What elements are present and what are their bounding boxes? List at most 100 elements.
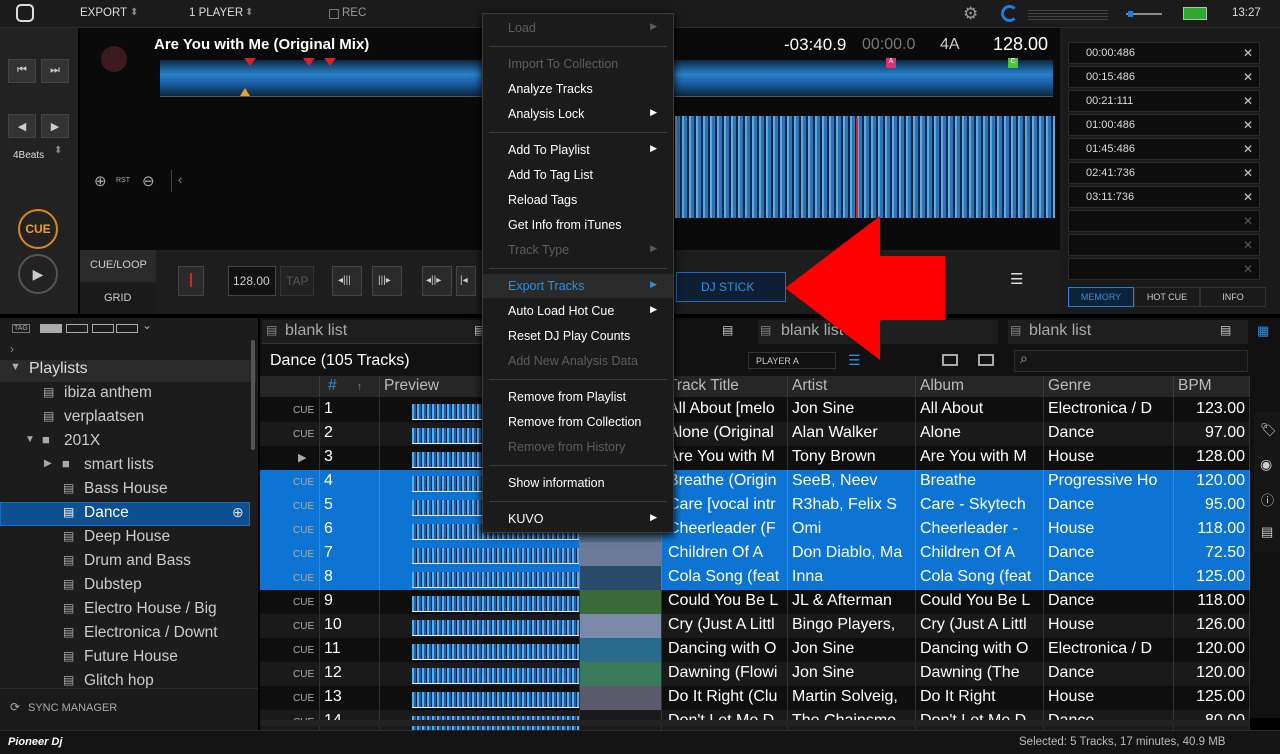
zoom-waveform[interactable] xyxy=(675,116,1055,218)
grid-bpm-field[interactable]: 128.00 xyxy=(228,266,276,296)
app-logo-icon[interactable] xyxy=(16,4,34,22)
sidebar-item-bass-house[interactable]: Bass House xyxy=(84,480,168,498)
sidebar-item-deep-house[interactable]: Deep House xyxy=(84,528,170,546)
memory-cue-row[interactable]: 01:45:486 ✕ xyxy=(1068,138,1260,160)
sync-icon[interactable] xyxy=(1001,5,1018,22)
preview-waveform[interactable] xyxy=(380,566,580,590)
col-album-header[interactable]: Album xyxy=(916,376,1044,397)
palette-icon[interactable]: ◉ xyxy=(1260,456,1272,473)
view-list-icon[interactable] xyxy=(116,324,138,333)
tab-memory[interactable]: MEMORY xyxy=(1068,287,1134,307)
sync-manager-label[interactable]: SYNC MANAGER xyxy=(28,702,117,714)
col-genre-header[interactable]: Genre xyxy=(1044,376,1174,397)
table-row[interactable]: CUE 6 Cheerleader (F Omi Cheerleader - House 1… xyxy=(260,518,1250,542)
tab-menu-icon[interactable]: ▤ xyxy=(722,323,733,337)
memory-cue-row[interactable]: 00:00:486 ✕ xyxy=(1068,42,1260,64)
menu-item-analysis-lock[interactable]: Analysis Lock ▶ xyxy=(483,102,673,126)
cell-cue[interactable]: CUE xyxy=(260,686,320,710)
mode-updown-icon[interactable]: ⬍ xyxy=(130,7,138,18)
sidebar-item-dubstep[interactable]: Dubstep xyxy=(84,576,142,594)
search-icon[interactable]: ⌕ xyxy=(1020,350,1028,367)
table-row[interactable]: ▶ 3 Are You with M Tony Brown Are You with M… xyxy=(260,446,1250,470)
delete-x-icon[interactable]: ✕ xyxy=(1243,70,1253,84)
info-icon[interactable]: ⓘ xyxy=(1261,490,1274,509)
delete-x-icon[interactable]: ✕ xyxy=(1243,118,1253,132)
layout-icon[interactable]: ▦ xyxy=(1257,323,1269,339)
table-row[interactable]: CUE 13 Do It Right (Clu Martin Solveig, Do I… xyxy=(260,686,1250,710)
grid-widen-button[interactable]: |◂ xyxy=(456,266,476,296)
tab-info[interactable]: INFO xyxy=(1200,287,1266,307)
sidebar-item-201x[interactable]: 201X xyxy=(64,432,100,450)
sidebar-item-dance[interactable]: Dance xyxy=(84,504,129,522)
cell-cue[interactable]: CUE xyxy=(260,518,320,542)
next-track-button[interactable]: ⏭ xyxy=(41,59,69,83)
preview-waveform[interactable] xyxy=(380,590,580,614)
grid-narrow-button[interactable]: ◂||▸ xyxy=(422,266,452,296)
tab-blank-list-3[interactable]: ▤ blank list ▤ xyxy=(1008,320,1248,344)
memory-cue-row[interactable]: 00:15:486 ✕ xyxy=(1068,66,1260,88)
sidebar-item-drum-and-bass[interactable]: Drum and Bass xyxy=(84,552,191,570)
sidebar-item-verplaatsen[interactable]: verplaatsen xyxy=(64,408,144,426)
view-medium-icon[interactable] xyxy=(66,324,88,333)
volume-knob[interactable] xyxy=(1128,11,1133,17)
menu-item-reload-tags[interactable]: Reload Tags xyxy=(483,188,673,212)
table-row[interactable]: CUE 4 Breathe (Origin SeeB, Neev Breathe Prog… xyxy=(260,470,1250,494)
delete-x-icon[interactable]: ✕ xyxy=(1243,166,1253,180)
sidebar-item-future-house[interactable]: Future House xyxy=(84,648,178,666)
menu-lines-icon[interactable]: ☰ xyxy=(1010,270,1028,288)
sidebar-item-smart-lists[interactable]: smart lists xyxy=(84,456,154,474)
tag-icon[interactable]: 🏷 xyxy=(1260,422,1277,438)
menu-item-remove-from-collection[interactable]: Remove from Collection xyxy=(483,410,673,434)
dj-stick-button[interactable]: DJ STICK xyxy=(676,272,786,302)
cell-cue[interactable]: CUE xyxy=(260,398,320,422)
col-cue-header[interactable] xyxy=(260,376,320,397)
playlists-label[interactable]: Playlists xyxy=(29,360,88,378)
delete-x-icon[interactable]: ✕ xyxy=(1243,94,1253,108)
cell-cue[interactable]: CUE xyxy=(260,542,320,566)
preview-waveform[interactable] xyxy=(380,542,580,566)
settings-gear-icon[interactable]: ⚙ xyxy=(963,4,978,24)
table-row[interactable]: CUE 11 Dancing with O Jon Sine Dancing with … xyxy=(260,638,1250,662)
split-view-icon[interactable] xyxy=(978,354,994,366)
player-mode[interactable]: 1 PLAYER xyxy=(189,7,243,19)
preview-waveform[interactable] xyxy=(380,638,580,662)
beatjump-forward-button[interactable]: ▶ xyxy=(41,114,69,138)
memory-cue-row[interactable]: 03:11:736 ✕ xyxy=(1068,186,1260,208)
menu-item-auto-load-hot-cue[interactable]: Auto Load Hot Cue ▶ xyxy=(483,299,673,323)
sidebar-item-ibiza-anthem[interactable]: ibiza anthem xyxy=(64,384,152,402)
cell-cue[interactable]: ▶ xyxy=(260,446,320,470)
memory-cue-row[interactable]: 02:41:736 ✕ xyxy=(1068,162,1260,184)
horizontal-scrollbar[interactable] xyxy=(260,720,1250,726)
grid-shift-right-button[interactable]: |||▸ xyxy=(372,266,402,296)
cell-cue[interactable]: CUE xyxy=(260,662,320,686)
delete-x-icon[interactable]: ✕ xyxy=(1243,46,1253,60)
col-bpm-header[interactable]: BPM xyxy=(1174,376,1250,397)
sidebar-item-electronica[interactable]: Electronica / Downt xyxy=(84,624,218,642)
zoom-in-icon[interactable]: ⊕ xyxy=(94,172,107,190)
table-row[interactable]: CUE 9 Could You Be L JL & Afterman Could You… xyxy=(260,590,1250,614)
cell-cue[interactable]: CUE xyxy=(260,494,320,518)
beats-updown-icon[interactable]: ⬍ xyxy=(54,145,62,156)
cell-cue[interactable]: CUE xyxy=(260,422,320,446)
prev-track-button[interactable]: ⏮ xyxy=(8,59,36,83)
view-chevron-down-icon[interactable]: ⌄ xyxy=(142,318,152,332)
table-row[interactable]: CUE 12 Dawning (Flowi Jon Sine Dawning (The D… xyxy=(260,662,1250,686)
tab-blank-list-1[interactable]: ▤ blank list xyxy=(262,320,492,344)
cell-cue[interactable]: CUE xyxy=(260,638,320,662)
grid-shift-left-button[interactable]: ◂||| xyxy=(332,266,362,296)
tab-hot-cue[interactable]: HOT CUE xyxy=(1134,287,1200,307)
smartlists-triangle-icon[interactable]: ▶ xyxy=(44,458,52,469)
preview-waveform[interactable] xyxy=(380,686,580,710)
rst-button[interactable]: RST xyxy=(116,177,130,184)
menu-item-reset-dj-play-counts[interactable]: Reset DJ Play Counts xyxy=(483,324,673,348)
collapse-chevron-icon[interactable]: ‹ xyxy=(178,172,182,187)
memory-cue-row[interactable]: 00:21:111 ✕ xyxy=(1068,90,1260,112)
delete-x-icon[interactable]: ✕ xyxy=(1243,142,1253,156)
menu-item-remove-from-playlist[interactable]: Remove from Playlist xyxy=(483,385,673,409)
tab-menu-icon[interactable]: ▤ xyxy=(1220,323,1231,337)
search-input[interactable] xyxy=(1014,350,1248,372)
notes-icon[interactable]: ▤ xyxy=(1261,524,1273,540)
play-button[interactable]: ▶ xyxy=(18,254,58,294)
preview-waveform[interactable] xyxy=(380,662,580,686)
cell-cue[interactable]: CUE xyxy=(260,614,320,638)
